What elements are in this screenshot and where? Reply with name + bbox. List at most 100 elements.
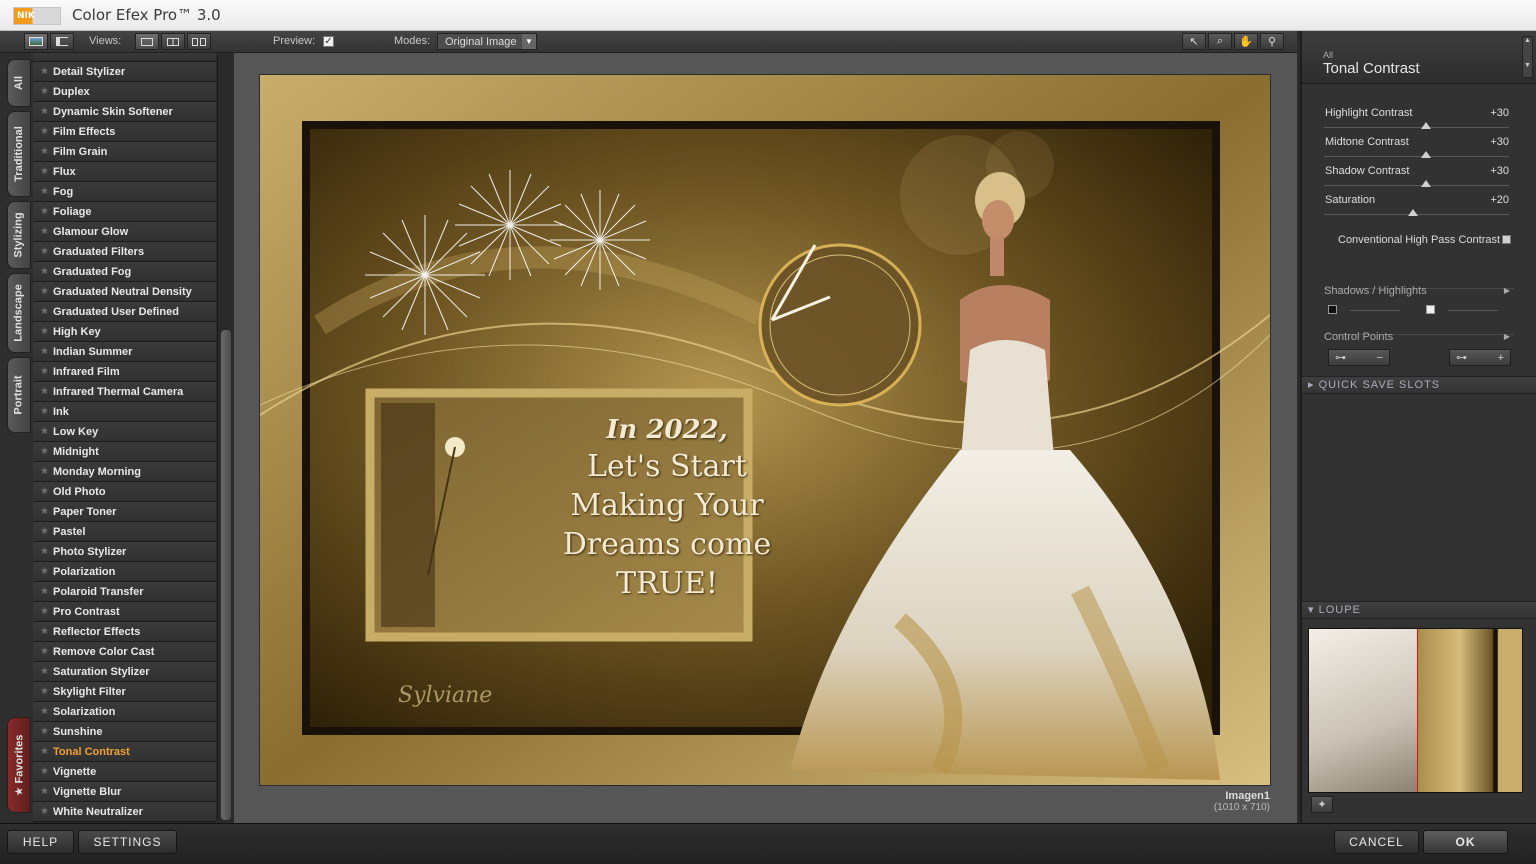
filter-item[interactable]: ★ White Neutralizer <box>33 802 216 822</box>
star-icon[interactable]: ★ <box>40 542 53 562</box>
star-icon[interactable]: ★ <box>40 522 53 542</box>
cancel-button[interactable]: CANCEL <box>1334 830 1419 854</box>
tab-traditional[interactable]: Traditional <box>7 111 31 197</box>
modes-select[interactable]: Original Image ▼ <box>437 33 537 50</box>
zoom-tool-button[interactable]: ⌕ <box>1208 33 1232 50</box>
star-icon[interactable]: ★ <box>40 222 53 242</box>
star-icon[interactable]: ★ <box>40 82 53 102</box>
filter-item[interactable]: ★ Infrared Film <box>33 362 216 382</box>
star-icon[interactable]: ★ <box>40 62 53 82</box>
star-icon[interactable]: ★ <box>40 402 53 422</box>
star-icon[interactable]: ★ <box>40 142 53 162</box>
hand-tool-button[interactable]: ✋ <box>1234 33 1258 50</box>
slider-knob[interactable] <box>1420 122 1431 129</box>
settings-button[interactable]: SETTINGS <box>78 830 177 854</box>
tab-portrait[interactable]: Portrait <box>7 357 31 433</box>
star-icon[interactable]: ★ <box>40 682 53 702</box>
star-icon[interactable]: ★ <box>40 602 53 622</box>
ok-button[interactable]: OK <box>1423 830 1508 854</box>
filter-item[interactable]: ★ Tonal Contrast <box>33 742 216 762</box>
star-icon[interactable]: ★ <box>40 182 53 202</box>
filter-item[interactable]: ★ Photo Stylizer <box>33 542 216 562</box>
filter-list-scrollbar[interactable] <box>217 55 233 821</box>
star-icon[interactable]: ★ <box>40 242 53 262</box>
filter-item[interactable]: ★ Pro Contrast <box>33 602 216 622</box>
preview-checkbox[interactable]: ✓ <box>323 36 334 47</box>
filter-item[interactable]: ★ Infrared Thermal Camera <box>33 382 216 402</box>
star-icon[interactable]: ★ <box>40 162 53 182</box>
filter-item[interactable]: ★ Film Effects <box>33 122 216 142</box>
conventional-high-pass-row[interactable]: Conventional High Pass Contrast <box>1338 234 1500 246</box>
filter-item[interactable]: ★ Reflector Effects <box>33 622 216 642</box>
star-icon[interactable]: ★ <box>40 282 53 302</box>
star-icon[interactable]: ★ <box>40 442 53 462</box>
filter-item[interactable]: ★ Detail Stylizer <box>33 62 216 82</box>
scrollbar-thumb[interactable] <box>221 330 231 820</box>
star-icon[interactable]: ★ <box>40 202 53 222</box>
add-control-point-button[interactable]: ⊶ + <box>1449 349 1511 366</box>
quick-save-slots-header[interactable]: ▸ QUICK SAVE SLOTS <box>1302 376 1536 394</box>
filter-item[interactable]: ★ Low Key <box>33 422 216 442</box>
list-view-button[interactable] <box>50 33 74 50</box>
tab-all[interactable]: All <box>7 59 31 107</box>
star-icon[interactable]: ★ <box>40 302 53 322</box>
filter-item[interactable]: ★ Monday Morning <box>33 462 216 482</box>
filter-item[interactable]: ★ Graduated Filters <box>33 242 216 262</box>
filter-item[interactable]: ★ Flux <box>33 162 216 182</box>
star-icon[interactable]: ★ <box>40 642 53 662</box>
shadows-slider-track[interactable] <box>1350 310 1400 311</box>
star-icon[interactable]: ★ <box>40 262 53 282</box>
control-points-header[interactable]: Control Points <box>1324 331 1393 343</box>
slider-track[interactable] <box>1324 185 1509 186</box>
slider-knob[interactable] <box>1420 180 1431 187</box>
filter-item[interactable]: ★ Solarization <box>33 702 216 722</box>
star-icon[interactable]: ★ <box>40 722 53 742</box>
star-icon[interactable]: ★ <box>40 582 53 602</box>
star-icon[interactable]: ★ <box>40 482 53 502</box>
conventional-high-pass-checkbox[interactable] <box>1502 235 1511 244</box>
star-icon[interactable]: ★ <box>40 102 53 122</box>
filter-item[interactable]: ★ High Key <box>33 322 216 342</box>
tab-landscape[interactable]: Landscape <box>7 273 31 353</box>
filter-item[interactable]: ★ Dynamic Skin Softener <box>33 102 216 122</box>
filter-item[interactable]: ★ Vignette <box>33 762 216 782</box>
preview-image[interactable]: In 2022, Let's Start Making Your Dreams … <box>260 75 1270 785</box>
expand-arrow-icon[interactable]: ▶ <box>1504 286 1510 295</box>
loupe-pin-button[interactable]: ✦ <box>1311 796 1333 813</box>
star-icon[interactable]: ★ <box>40 122 53 142</box>
filter-item[interactable]: ★ Saturation Stylizer <box>33 662 216 682</box>
highlights-slider-track[interactable] <box>1448 310 1498 311</box>
star-icon[interactable]: ★ <box>40 362 53 382</box>
filter-item[interactable]: ★ Indian Summer <box>33 342 216 362</box>
single-preview-button[interactable] <box>24 33 48 50</box>
filter-item[interactable]: ★ Skylight Filter <box>33 682 216 702</box>
filter-item[interactable]: ★ Graduated User Defined <box>33 302 216 322</box>
filter-item[interactable]: ★ Vignette Blur <box>33 782 216 802</box>
star-icon[interactable]: ★ <box>40 502 53 522</box>
star-icon[interactable]: ★ <box>40 342 53 362</box>
filter-item[interactable]: ★ Pastel <box>33 522 216 542</box>
chevron-up-icon[interactable]: ▲ <box>1523 37 1532 44</box>
slider-knob[interactable] <box>1407 209 1418 216</box>
star-icon[interactable]: ★ <box>40 782 53 802</box>
star-icon[interactable]: ★ <box>40 742 53 762</box>
filter-item[interactable]: ★ Paper Toner <box>33 502 216 522</box>
star-icon[interactable]: ★ <box>40 662 53 682</box>
shadows-highlights-header[interactable]: Shadows / Highlights <box>1324 285 1427 297</box>
filter-item[interactable]: ★ Old Photo <box>33 482 216 502</box>
filter-stepper[interactable]: ▲ ▼ <box>1522 36 1533 78</box>
slider-track[interactable] <box>1324 127 1509 128</box>
view-side-by-side-button[interactable] <box>187 33 211 50</box>
tab-stylizing[interactable]: Stylizing <box>7 201 31 269</box>
star-icon[interactable]: ★ <box>40 462 53 482</box>
filter-item[interactable]: ★ Midnight <box>33 442 216 462</box>
star-icon[interactable]: ★ <box>40 802 53 822</box>
loupe-header[interactable]: ▾ LOUPE <box>1302 601 1536 619</box>
star-icon[interactable]: ★ <box>40 702 53 722</box>
help-button[interactable]: HELP <box>7 830 74 854</box>
filter-item[interactable]: ★ Polarization <box>33 562 216 582</box>
expand-arrow-icon[interactable]: ▶ <box>1504 332 1510 341</box>
filter-item[interactable]: ★ Duplex <box>33 82 216 102</box>
view-split-button[interactable] <box>161 33 185 50</box>
view-single-button[interactable] <box>135 33 159 50</box>
